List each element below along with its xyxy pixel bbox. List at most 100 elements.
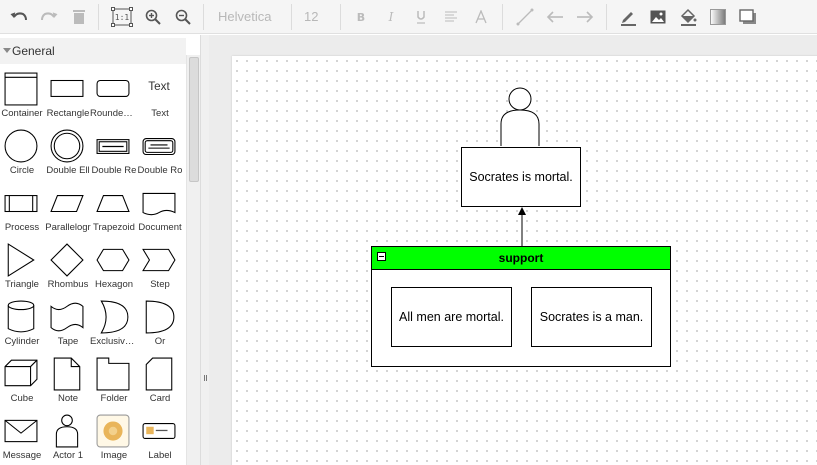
palette-item-label: Cylinder: [4, 336, 40, 347]
line-color-button[interactable]: [615, 4, 641, 30]
container-shape-icon: [4, 72, 38, 106]
bold-button[interactable]: B: [348, 4, 374, 30]
font-size-input[interactable]: 12: [304, 9, 318, 24]
arrow-left-button[interactable]: [542, 4, 568, 30]
palette-item-label[interactable]: Label: [138, 412, 184, 465]
palette-item-hexagon[interactable]: Hexagon: [92, 241, 138, 297]
arrow-left-icon: [546, 11, 563, 23]
palette-item-circle[interactable]: Circle: [0, 127, 46, 183]
palette-item-double-rectangle[interactable]: Double Re: [92, 127, 138, 183]
palette-item-text[interactable]: Text Text: [138, 70, 184, 126]
palette-item-label: Step: [150, 279, 170, 290]
palette-item-folder[interactable]: Folder: [92, 355, 138, 411]
image-button[interactable]: [645, 4, 671, 30]
label-shape-icon: [142, 423, 176, 439]
redo-button[interactable]: [36, 4, 62, 30]
palette-item-cylinder[interactable]: Cylinder: [0, 298, 46, 354]
sidebar-scrollbar[interactable]: [186, 55, 200, 465]
palette-item-process[interactable]: Process: [0, 184, 46, 240]
container-header[interactable]: support: [372, 247, 670, 270]
connector-line-button[interactable]: [512, 4, 538, 30]
palette-item-or[interactable]: Or: [138, 298, 184, 354]
palette-item-tape[interactable]: Tape: [46, 298, 92, 354]
cube-shape-icon: [4, 359, 38, 387]
diagram-page[interactable]: Socrates is mortal. support All men are …: [232, 56, 817, 465]
palette-item-double-rounded-rectangle[interactable]: Double Ro: [138, 127, 184, 183]
palette-item-container[interactable]: Container: [0, 70, 46, 126]
palette-item-note[interactable]: Note: [46, 355, 92, 411]
palette-item-label: Image: [100, 450, 128, 461]
italic-button[interactable]: I: [378, 4, 404, 30]
premise-node-2[interactable]: Socrates is a man.: [531, 287, 652, 347]
palette-item-label: Label: [148, 450, 172, 461]
support-container[interactable]: support All men are mortal. Socrates is …: [371, 246, 671, 367]
palette-item-rhombus[interactable]: Rhombus: [46, 241, 92, 297]
palette-item-label: Triangle: [5, 279, 39, 290]
trash-icon: [73, 10, 85, 24]
font-color-button[interactable]: [468, 4, 494, 30]
palette-item-parallelogram[interactable]: Parallelogr: [45, 184, 92, 240]
zoom-out-button[interactable]: [170, 4, 196, 30]
zoom-in-button[interactable]: [140, 4, 166, 30]
scrollbar-thumb[interactable]: [189, 57, 199, 182]
sidebar-splitter[interactable]: [201, 35, 209, 465]
support-connector[interactable]: [512, 206, 532, 248]
gradient-button[interactable]: [705, 4, 731, 30]
palette-item-label: Tape: [57, 336, 79, 347]
trapezoid-shape-icon: [96, 195, 130, 213]
arrowhead-icon: [518, 207, 526, 215]
arrow-right-button[interactable]: [572, 4, 598, 30]
redo-icon: [41, 12, 58, 21]
undo-icon: [10, 12, 27, 21]
claim-node[interactable]: Socrates is mortal.: [461, 147, 581, 207]
shadow-button[interactable]: [735, 4, 761, 30]
general-section-header[interactable]: General: [0, 38, 186, 64]
palette-item-image[interactable]: Image: [92, 412, 138, 465]
toolbar: 1:1 Helvetica 12 B I: [0, 0, 817, 34]
palette-item-label: Trapezoid: [93, 222, 135, 233]
underline-button[interactable]: [408, 4, 434, 30]
svg-text:1:1: 1:1: [115, 13, 130, 22]
process-shape-icon: [4, 195, 38, 213]
align-button[interactable]: [438, 4, 464, 30]
tape-shape-icon: [50, 302, 84, 332]
palette-item-label: Folder: [100, 393, 128, 404]
palette-item-step[interactable]: Step: [138, 241, 184, 297]
palette-item-card[interactable]: Card: [138, 355, 184, 411]
palette-item-message[interactable]: Message: [0, 412, 46, 465]
palette-item-trapezoid[interactable]: Trapezoid: [92, 184, 138, 240]
claim-text: Socrates is mortal.: [469, 170, 573, 184]
actual-size-button[interactable]: 1:1: [109, 4, 135, 30]
align-left-icon: [445, 11, 457, 22]
actor-shape-icon: [55, 414, 79, 448]
palette-item-exclusive-or[interactable]: Exclusive O: [90, 298, 138, 354]
svg-text:B: B: [357, 11, 365, 23]
palette-item-rectangle[interactable]: Rectangle: [46, 70, 92, 126]
diagram-canvas[interactable]: Socrates is mortal. support All men are …: [209, 35, 817, 465]
double-rectangle-shape-icon: [96, 139, 130, 154]
palette-item-label: Rounded R: [90, 108, 138, 119]
palette-item-label: Container: [1, 108, 43, 119]
palette-item-double-ellipse[interactable]: Double Ell: [46, 127, 92, 183]
collapse-icon[interactable]: [377, 252, 386, 261]
palette-item-actor[interactable]: Actor 1: [46, 412, 92, 465]
font-family-select[interactable]: Helvetica: [218, 9, 271, 24]
palette-item-rounded-rectangle[interactable]: Rounded R: [90, 70, 138, 126]
actual-size-icon: 1:1: [111, 7, 133, 27]
palette-item-document[interactable]: Document: [138, 184, 184, 240]
palette-item-label: Cube: [10, 393, 34, 404]
palette-item-label: Rectangle: [46, 108, 90, 119]
or-shape-icon: [145, 300, 175, 334]
actor-figure[interactable]: [498, 84, 542, 148]
delete-button[interactable]: [66, 4, 92, 30]
circle-shape-icon: [4, 129, 38, 163]
bold-icon: B: [357, 11, 365, 23]
parallelogram-shape-icon: [50, 195, 84, 213]
note-shape-icon: [53, 357, 81, 391]
hexagon-shape-icon: [96, 248, 130, 272]
fill-color-button[interactable]: [675, 4, 701, 30]
palette-item-cube[interactable]: Cube: [0, 355, 46, 411]
undo-button[interactable]: [6, 4, 32, 30]
premise-node-1[interactable]: All men are mortal.: [391, 287, 512, 347]
palette-item-triangle[interactable]: Triangle: [0, 241, 46, 297]
